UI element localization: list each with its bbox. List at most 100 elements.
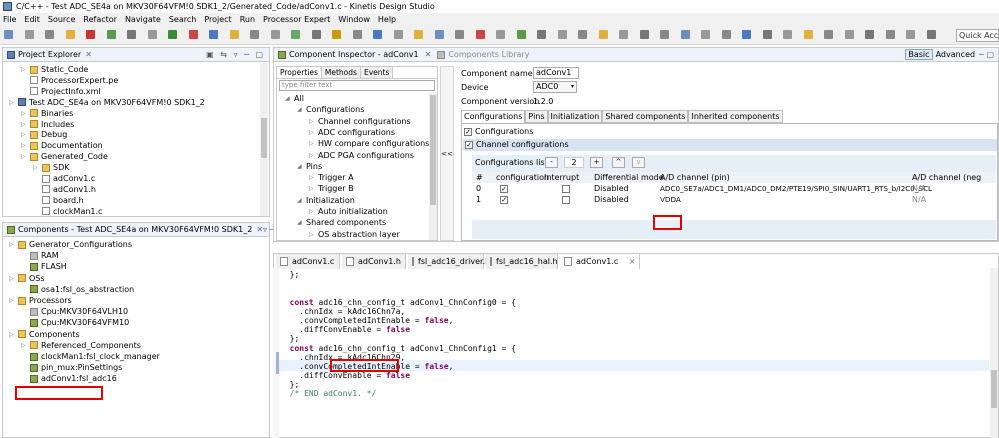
scrollbar[interactable]	[990, 268, 998, 438]
expand-arrow-icon[interactable]: ▷	[9, 297, 15, 304]
expand-arrow-icon[interactable]: ◢	[297, 219, 303, 226]
table-row[interactable]: 1 ✓ Disabled VDDA N/A	[472, 194, 996, 205]
expand-arrow-icon[interactable]: ▷	[33, 164, 39, 171]
basic-button[interactable]: Basic	[905, 49, 933, 60]
tree-item[interactable]: pin_mux:PinSettings	[21, 362, 122, 373]
toolbar-button-icon[interactable]	[639, 30, 649, 39]
toolbar-button-icon[interactable]	[926, 30, 936, 39]
column-header[interactable]: #	[476, 172, 483, 183]
toolbar-button-icon[interactable]	[803, 30, 813, 39]
toolbar-button-icon[interactable]	[65, 30, 75, 39]
menu-refactor[interactable]: Refactor	[83, 15, 117, 24]
property-tree-item[interactable]: ▷ ADC PGA configurations	[309, 150, 414, 161]
tab-components-library[interactable]: Components Library	[448, 50, 529, 59]
section-tab-pins[interactable]: Pins	[525, 110, 548, 123]
toolbar-button-icon[interactable]	[414, 30, 423, 39]
toolbar-button-icon[interactable]	[557, 30, 567, 39]
expand-arrow-icon[interactable]: ▷	[21, 131, 27, 138]
tree-item[interactable]: ▷ Includes	[21, 119, 74, 130]
view-toolbar-icons[interactable]: ▣ ⇆ ▿ ─ ▢	[206, 50, 265, 59]
toolbar-button-icon[interactable]	[373, 30, 382, 39]
toolbar-button-icon[interactable]	[147, 30, 157, 39]
scrollbar[interactable]	[429, 93, 437, 240]
toolbar-button-icon[interactable]	[516, 30, 526, 39]
tree-item[interactable]: ▷ Generated_Code	[21, 151, 108, 162]
close-icon[interactable]: ✕	[629, 258, 635, 266]
scrollbar[interactable]	[260, 63, 268, 216]
collapse-button[interactable]: <<	[440, 66, 454, 241]
toolbar-button-icon[interactable]	[660, 30, 669, 39]
tab-component-inspector[interactable]: Component Inspector - adConv1	[289, 50, 419, 59]
property-tree-item[interactable]: ▷ ADC configurations	[309, 127, 395, 138]
tree-item[interactable]: Cpu:MKV30F64VLH10	[21, 306, 128, 317]
ad-channel-pin[interactable]: ADC0_SE7a/ADC1_DM1/ADC0_DM2/PTE19/SPI0_S…	[660, 183, 932, 194]
interrupt-checkbox[interactable]	[562, 185, 570, 193]
expand-arrow-icon[interactable]: ▷	[9, 241, 15, 248]
toolbar-button-icon[interactable]	[619, 30, 628, 39]
filter-input[interactable]: type filter text	[279, 80, 435, 91]
tree-item[interactable]: ▷ OSs	[9, 273, 45, 284]
move-up-button[interactable]: ^	[612, 157, 625, 168]
expand-arrow-icon[interactable]: ▷	[309, 152, 315, 159]
project-explorer-tab[interactable]: Project Explorer ✕ ▣ ⇆ ▿ ─ ▢	[3, 48, 269, 62]
expand-arrow-icon[interactable]: ▷	[21, 66, 27, 73]
property-tree-item[interactable]: ◢ Initialization	[297, 195, 355, 206]
expand-arrow-icon[interactable]: ▷	[21, 110, 27, 117]
toolbar-button-icon[interactable]	[106, 30, 116, 39]
tree-item[interactable]: clockMan1:fsl_clock_manager	[21, 351, 160, 362]
expand-arrow-icon[interactable]: ▷	[309, 129, 315, 136]
toolbar-button-icon[interactable]	[783, 30, 792, 39]
property-tree-item[interactable]: ◢ Pins	[297, 161, 322, 172]
property-tree-item[interactable]: ▷ HW compare configurations	[309, 138, 429, 149]
interrupt-checkbox[interactable]	[562, 196, 570, 204]
expand-arrow-icon[interactable]: ▷	[309, 208, 315, 215]
toolbar-button-icon[interactable]	[168, 30, 177, 39]
channel-config-checkbox[interactable]: ✓	[465, 140, 473, 149]
toolbar-button-icon[interactable]	[311, 30, 321, 39]
menu-source[interactable]: Source	[48, 15, 75, 24]
expand-arrow-icon[interactable]: ▷	[309, 174, 315, 181]
menu-window[interactable]: Window	[338, 15, 370, 24]
expand-arrow-icon[interactable]: ▷	[21, 342, 27, 349]
tree-item[interactable]: ▷ Referenced_Components	[21, 340, 141, 351]
column-header[interactable]: Differential mode	[594, 172, 664, 183]
toolbar-button-icon[interactable]	[229, 30, 239, 39]
toolbar-button-icon[interactable]	[291, 30, 300, 39]
editor-tab-adconv1-c[interactable]: adConv1.c ✕	[560, 254, 640, 269]
section-tab-shared-components[interactable]: Shared components	[602, 110, 689, 123]
expand-arrow-icon[interactable]: ▷	[21, 121, 27, 128]
expand-arrow-icon[interactable]: ▷	[309, 140, 315, 147]
configuration-checkbox[interactable]: ✓	[500, 185, 508, 193]
expand-arrow-icon[interactable]: ▷	[9, 331, 15, 338]
toolbar-button-icon[interactable]	[45, 30, 54, 39]
component-name-field[interactable]: adConv1	[533, 67, 579, 79]
expand-arrow-icon[interactable]: ▷	[21, 142, 27, 149]
menu-help[interactable]: Help	[378, 15, 396, 24]
advanced-button[interactable]: Advanced	[936, 50, 976, 59]
column-header[interactable]: A/D channel (pin)	[660, 172, 730, 183]
tree-item[interactable]: ▷ Test ADC_SE4a on MKV30F64VFM!0 SDK1_2	[9, 97, 205, 108]
list-count-field[interactable]: 2	[564, 157, 584, 168]
tree-item[interactable]: FLASH	[21, 261, 67, 272]
toolbar-button-icon[interactable]	[721, 30, 731, 39]
toolbar-button-icon[interactable]	[578, 30, 587, 39]
property-tree-item[interactable]: ▷ Channel configurations	[309, 116, 411, 127]
toolbar-button-icon[interactable]	[250, 30, 259, 39]
tree-item[interactable]: clockMan1.c	[33, 206, 102, 217]
menu-search[interactable]: Search	[169, 15, 196, 24]
toolbar-button-icon[interactable]	[906, 30, 915, 39]
expand-arrow-icon[interactable]: ▷	[21, 153, 27, 160]
property-tree-item[interactable]: ◢ Configurations	[297, 104, 364, 115]
expand-arrow-icon[interactable]: ▷	[309, 185, 315, 192]
editor-tab-adconv1-c[interactable]: adConv1.c	[276, 254, 340, 269]
tree-item[interactable]: RAM	[21, 250, 59, 261]
property-tree-item[interactable]: ▷ Trigger B	[309, 183, 354, 194]
editor-tab-fsl-adc16-hal-h[interactable]: fsl_adc16_hal.h	[486, 254, 558, 269]
expand-arrow-icon[interactable]: ◢	[297, 197, 303, 204]
tree-item[interactable]: adConv1:fsl_adc16	[21, 373, 117, 384]
toolbar-button-icon[interactable]	[24, 30, 34, 39]
tree-item[interactable]: adConv1.c	[33, 173, 95, 184]
tree-item[interactable]: ProcessorExpert.pe	[21, 75, 118, 86]
tree-item[interactable]: Cpu:MKV30F64VFM10	[21, 317, 129, 328]
view-toolbar-icons[interactable]: ─ ▢	[979, 50, 994, 59]
